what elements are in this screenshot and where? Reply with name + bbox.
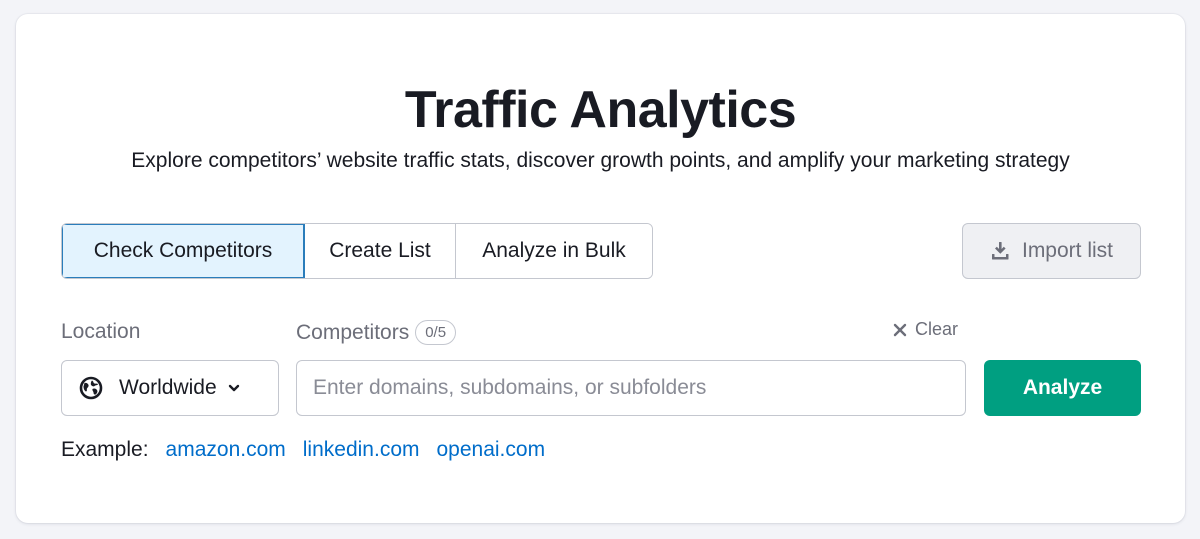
- mode-tabs: Check Competitors Create List Analyze in…: [61, 223, 653, 279]
- import-list-button[interactable]: Import list: [962, 223, 1141, 279]
- location-select[interactable]: Worldwide: [61, 360, 279, 416]
- tab-check-competitors[interactable]: Check Competitors: [62, 224, 305, 278]
- tab-analyze-in-bulk[interactable]: Analyze in Bulk: [456, 224, 652, 278]
- chevron-down-icon: [228, 384, 239, 392]
- page-title: Traffic Analytics: [404, 81, 797, 139]
- analyze-button[interactable]: Analyze: [984, 360, 1141, 416]
- page-subtitle: Explore competitors’ website traffic sta…: [131, 149, 1070, 172]
- competitors-count-badge: 0/5: [415, 320, 457, 345]
- import-list-label: Import list: [1021, 239, 1113, 262]
- examples-label: Example:: [61, 438, 149, 461]
- close-icon: [893, 323, 907, 336]
- download-icon: [991, 242, 1009, 260]
- location-value: Worldwide: [119, 376, 217, 399]
- example-link-amazon[interactable]: amazon.com: [166, 438, 286, 462]
- competitors-input[interactable]: [296, 360, 966, 416]
- example-link-linkedin[interactable]: linkedin.com: [303, 438, 420, 462]
- examples-row: Example: amazon.com linkedin.com openai.…: [61, 438, 562, 462]
- competitors-label: Competitors: [296, 320, 410, 344]
- tab-create-list[interactable]: Create List: [305, 224, 456, 278]
- clear-label: Clear: [915, 319, 959, 339]
- example-link-openai[interactable]: openai.com: [437, 438, 546, 462]
- globe-icon: [79, 376, 103, 400]
- traffic-analytics-card: Traffic Analytics Explore competitors’ w…: [16, 14, 1185, 523]
- competitors-label-group: Competitors 0/5: [296, 320, 457, 345]
- location-label: Location: [61, 320, 141, 343]
- clear-button[interactable]: Clear: [893, 319, 958, 340]
